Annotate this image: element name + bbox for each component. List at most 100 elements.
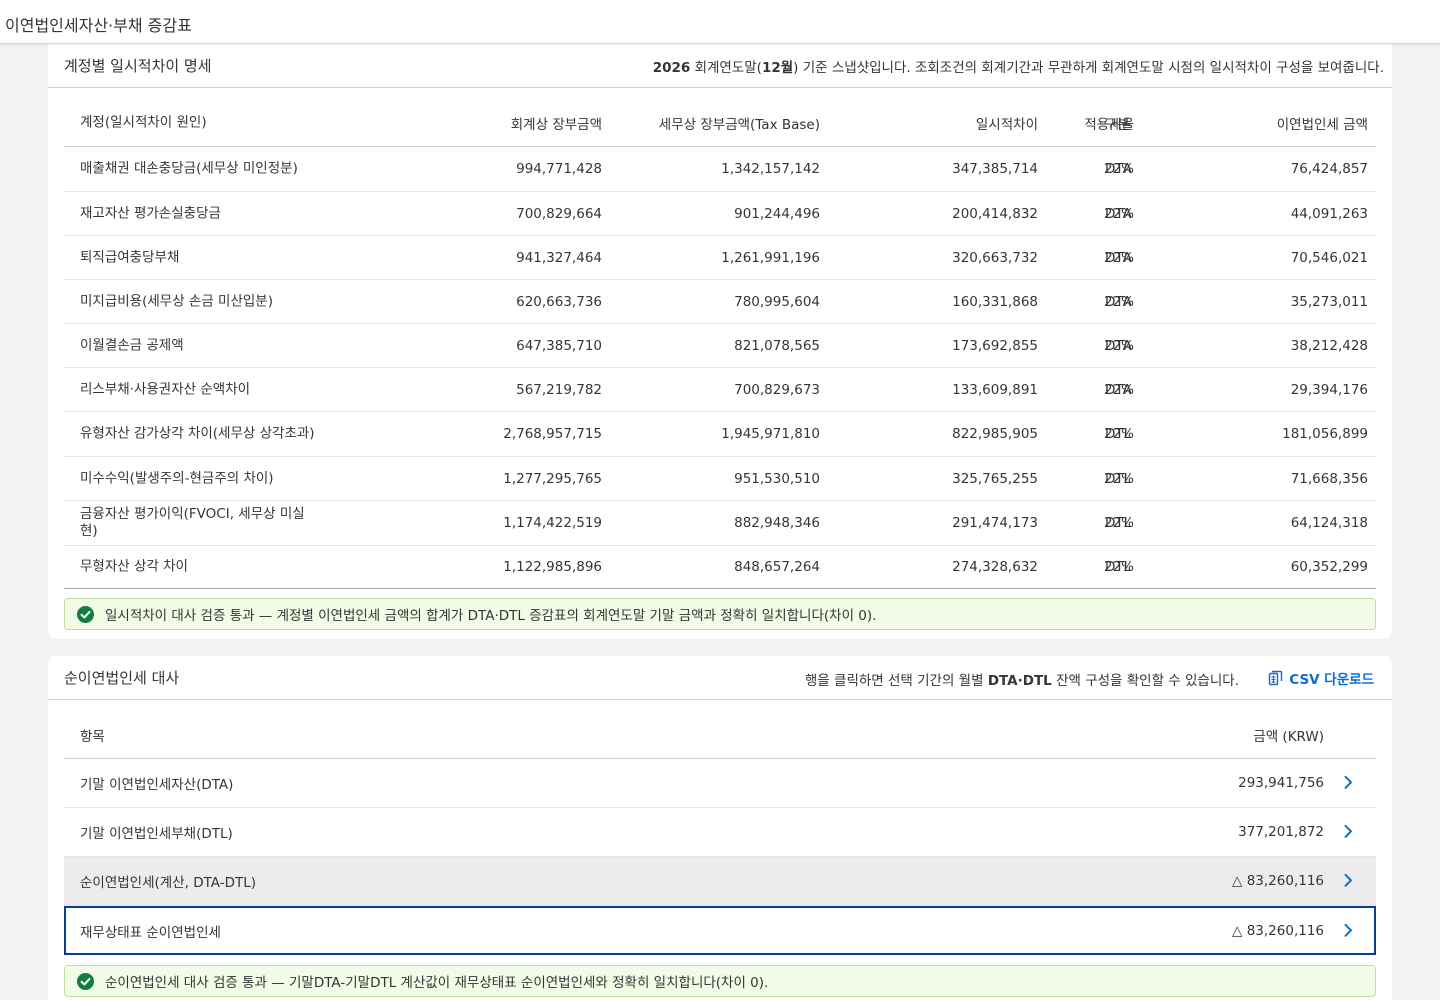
table-row-net-calculated[interactable]: 순이연법인세(계산, DTA-DTL) △ 83,260,116 bbox=[64, 857, 1376, 906]
cell-kind: DTL bbox=[1105, 426, 1132, 442]
cell-amount: 44,091,263 bbox=[1290, 205, 1368, 222]
chevron-right-icon bbox=[1344, 824, 1352, 838]
cell-amount: 71,668,356 bbox=[1290, 470, 1368, 487]
cell-diff: 200,414,832 bbox=[952, 205, 1038, 222]
section-title: 순이연법인세 대사 bbox=[64, 669, 180, 687]
cell-diff: 133,609,891 bbox=[952, 381, 1038, 398]
note-part2: 잔액 구성을 확인할 수 있습니다. bbox=[1051, 673, 1239, 689]
note-month: 12월 bbox=[761, 60, 794, 76]
cell-account: 미지급비용(세무상 손금 미산입분) bbox=[80, 293, 273, 309]
net-deferred-tax-card: 순이연법인세 대사 행을 클릭하면 선택 기간의 월별 DTA·DTL 잔액 구… bbox=[48, 656, 1392, 1000]
cell-kind: DTA bbox=[1105, 337, 1132, 354]
cell-account: 매출채권 대손충당금(세무상 미인정분) bbox=[80, 160, 298, 177]
cell-kind: DTA bbox=[1105, 161, 1132, 177]
cell-diff: 173,692,855 bbox=[952, 337, 1038, 354]
snapshot-note: 2026 회계연도말(12월) 기준 스냅샷입니다. 조회조건의 회계기간과 무… bbox=[653, 56, 1384, 76]
cell-kind: DTL bbox=[1105, 515, 1132, 531]
table-row: 이월결손금 공제액 647,385,710 821,078,565 173,69… bbox=[64, 324, 1376, 368]
cell-amount: 181,056,899 bbox=[1282, 426, 1368, 442]
row-amount: △ 83,260,116 bbox=[1232, 873, 1324, 889]
cell-tax: 1,945,971,810 bbox=[721, 426, 820, 442]
cell-kind: DTA bbox=[1105, 381, 1132, 398]
table-row: 리스부채·사용권자산 순액차이 567,219,782 700,829,673 … bbox=[64, 368, 1376, 412]
cell-diff: 274,328,632 bbox=[952, 559, 1038, 575]
table-row: 무형자산 상각 차이 1,122,985,896 848,657,264 274… bbox=[64, 546, 1376, 589]
row-item-label: 재무상태표 순이연법인세 bbox=[80, 924, 221, 941]
cell-tax: 700,829,673 bbox=[734, 381, 820, 398]
banner-text: 순이연법인세 대사 검증 통과 — 기말DTA-기말DTL 계산값이 재무상태표… bbox=[105, 975, 769, 991]
row-amount: △ 83,260,116 bbox=[1232, 922, 1324, 939]
cell-amount: 60,352,299 bbox=[1290, 559, 1368, 575]
cell-account: 퇴직급여충당부채 bbox=[80, 249, 180, 265]
check-circle-icon bbox=[77, 972, 94, 990]
note-part1: 회계연도말( bbox=[690, 60, 762, 76]
section-title: 계정별 일시적차이 명세 bbox=[64, 57, 212, 75]
cell-tax: 1,261,991,196 bbox=[721, 249, 820, 266]
cell-book: 567,219,782 bbox=[516, 381, 602, 398]
cell-tax: 1,342,157,142 bbox=[721, 161, 820, 177]
note-bold: DTA·DTL bbox=[987, 673, 1052, 689]
title-bar: 이연법인세자산·부채 증감표 bbox=[0, 0, 1440, 44]
table-row: 유형자산 감가상각 차이(세무상 상각초과) 2,768,957,715 1,9… bbox=[64, 412, 1376, 457]
cell-tax: 882,948,346 bbox=[734, 515, 820, 531]
cell-diff: 822,985,905 bbox=[952, 426, 1038, 442]
net-deferred-tax-table: 항목 금액 (KRW) 기말 이연법인세자산(DTA) 293,941,756 … bbox=[64, 712, 1376, 955]
cell-diff: 291,474,173 bbox=[952, 515, 1038, 531]
card-header: 계정별 일시적차이 명세 2026 회계연도말(12월) 기준 스냅샷입니다. … bbox=[48, 44, 1392, 88]
row-click-hint: 행을 클릭하면 선택 기간의 월별 DTA·DTL 잔액 구성을 확인할 수 있… bbox=[805, 669, 1239, 689]
cell-book: 1,277,295,765 bbox=[503, 470, 602, 487]
table-row-dtl[interactable]: 기말 이연법인세부채(DTL) 377,201,872 bbox=[64, 808, 1376, 857]
cell-tax: 951,530,510 bbox=[734, 470, 820, 487]
row-item-label: 기말 이연법인세부채(DTL) bbox=[80, 826, 233, 842]
check-circle-icon bbox=[77, 605, 94, 623]
column-header-amount: 이연법인세 금액 bbox=[1276, 117, 1368, 133]
table-row-dta[interactable]: 기말 이연법인세자산(DTA) 293,941,756 bbox=[64, 759, 1376, 808]
cell-book: 941,327,464 bbox=[516, 249, 602, 266]
row-item-label: 순이연법인세(계산, DTA-DTL) bbox=[80, 875, 257, 891]
cell-tax: 780,995,604 bbox=[734, 293, 820, 310]
cell-kind: DTA bbox=[1105, 205, 1132, 222]
row-amount: 293,941,756 bbox=[1238, 775, 1324, 791]
note-part2: ) 기준 스냅샷입니다. 조회조건의 회계기간과 무관하게 회계연도말 시점의 … bbox=[793, 60, 1384, 76]
cell-book: 647,385,710 bbox=[516, 337, 602, 354]
table-header-row: 계정(일시적차이 원인) 회계상 장부금액 세무상 장부금액(Tax Base)… bbox=[64, 100, 1376, 147]
cell-book: 1,122,985,896 bbox=[503, 559, 602, 575]
cell-amount: 70,546,021 bbox=[1290, 249, 1368, 266]
cell-book: 700,829,664 bbox=[516, 205, 602, 222]
table-row: 재고자산 평가손실충당금 700,829,664 901,244,496 200… bbox=[64, 192, 1376, 236]
cell-account: 이월결손금 공제액 bbox=[80, 337, 184, 353]
validation-success-banner: 일시적차이 대사 검증 통과 — 계정별 이연법인세 금액의 합계가 DTA·D… bbox=[64, 598, 1376, 630]
cell-diff: 325,765,255 bbox=[952, 470, 1038, 487]
chevron-right-icon bbox=[1344, 923, 1352, 937]
column-header-tax: 세무상 장부금액(Tax Base) bbox=[658, 117, 820, 133]
cell-account: 무형자산 상각 차이 bbox=[80, 558, 188, 575]
cell-book: 2,768,957,715 bbox=[503, 426, 602, 442]
column-header-amount: 금액 (KRW) bbox=[1253, 729, 1324, 745]
cell-amount: 35,273,011 bbox=[1290, 293, 1368, 310]
column-header-account: 계정(일시적차이 원인) bbox=[80, 114, 207, 131]
cell-tax: 821,078,565 bbox=[734, 337, 820, 354]
csv-download-button[interactable]: CSV 다운로드 bbox=[1268, 668, 1374, 688]
chevron-right-icon bbox=[1344, 775, 1352, 789]
table-row-net-balance-sheet[interactable]: 재무상태표 순이연법인세 △ 83,260,116 bbox=[64, 906, 1376, 955]
table-row: 매출채권 대손충당금(세무상 미인정분) 994,771,428 1,342,1… bbox=[64, 147, 1376, 192]
temporary-difference-card: 계정별 일시적차이 명세 2026 회계연도말(12월) 기준 스냅샷입니다. … bbox=[48, 44, 1392, 639]
spreadsheet-export-icon bbox=[1269, 670, 1283, 686]
cell-diff: 160,331,868 bbox=[952, 293, 1038, 310]
cell-amount: 76,424,857 bbox=[1290, 161, 1368, 177]
cell-amount: 29,394,176 bbox=[1290, 381, 1368, 398]
column-header-item: 항목 bbox=[80, 729, 105, 745]
banner-text: 일시적차이 대사 검증 통과 — 계정별 이연법인세 금액의 합계가 DTA·D… bbox=[105, 608, 877, 624]
validation-success-banner: 순이연법인세 대사 검증 통과 — 기말DTA-기말DTL 계산값이 재무상태표… bbox=[64, 965, 1376, 997]
cell-tax: 901,244,496 bbox=[734, 205, 820, 222]
cell-amount: 38,212,428 bbox=[1290, 337, 1368, 354]
column-header-book: 회계상 장부금액 bbox=[510, 117, 602, 133]
column-header-diff: 일시적차이 bbox=[975, 117, 1038, 133]
table-row: 미수수익(발생주의-현금주의 차이) 1,277,295,765 951,530… bbox=[64, 457, 1376, 501]
csv-download-label: CSV 다운로드 bbox=[1289, 672, 1374, 688]
cell-tax: 848,657,264 bbox=[734, 559, 820, 575]
cell-kind: DTA bbox=[1105, 293, 1132, 310]
cell-account: 리스부채·사용권자산 순액차이 bbox=[80, 381, 251, 397]
cell-book: 1,174,422,519 bbox=[503, 515, 602, 531]
row-item-label: 기말 이연법인세자산(DTA) bbox=[80, 777, 234, 793]
